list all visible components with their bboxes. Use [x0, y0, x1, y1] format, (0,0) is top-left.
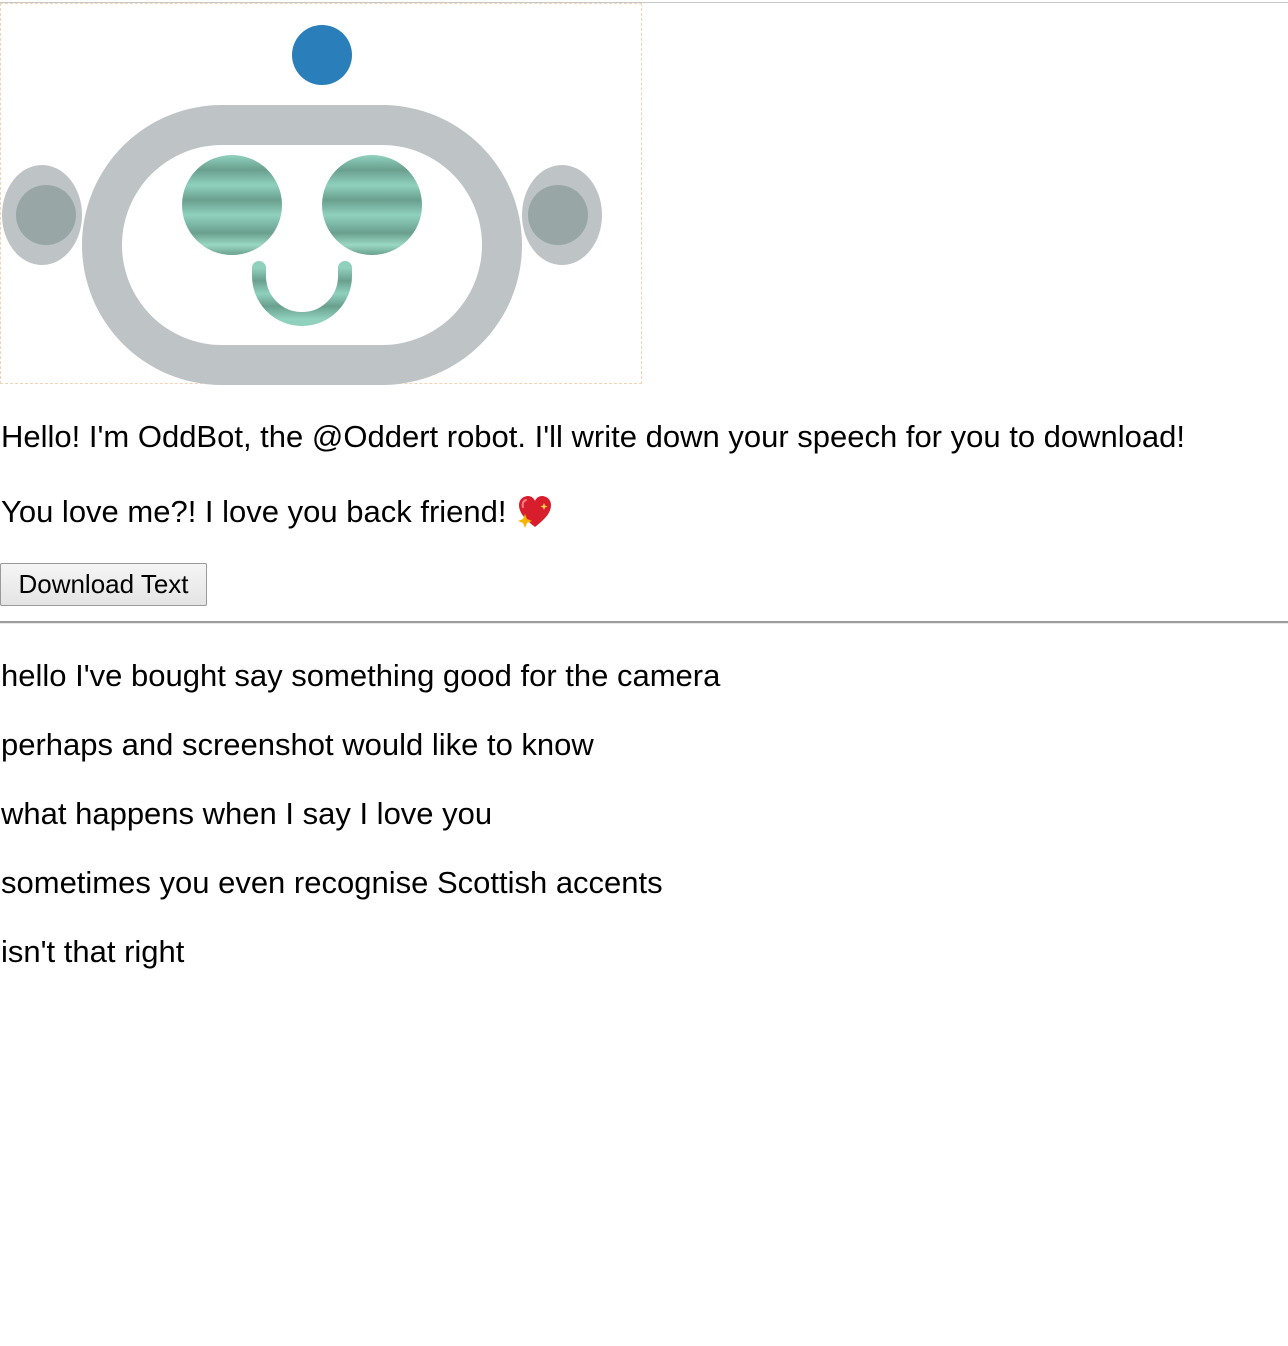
- transcript-line: hello I've bought say something good for…: [1, 658, 721, 693]
- robot-right-ear-inner: [528, 185, 588, 245]
- transcript-divider: [0, 621, 1288, 624]
- sparkling-heart-icon: [517, 496, 551, 528]
- download-text-button[interactable]: Download Text: [0, 563, 207, 606]
- transcript-line: perhaps and screenshot would like to kno…: [1, 727, 594, 762]
- robot-antenna: [292, 25, 352, 85]
- transcript-line: what happens when I say I love you: [1, 796, 493, 831]
- robot-avatar: [2, 25, 602, 385]
- robot-left-ear-inner: [16, 185, 76, 245]
- reply-line: You love me?! I love you back friend!: [1, 494, 553, 530]
- robot-right-eye: [322, 155, 422, 255]
- reply-text: You love me?! I love you back friend!: [1, 494, 507, 529]
- transcript-line: sometimes you even recognise Scottish ac…: [1, 865, 663, 900]
- robot-left-eye: [182, 155, 282, 255]
- transcript-line: isn't that right: [1, 934, 185, 969]
- transcript-list: hello I've bought say something good for…: [1, 658, 720, 1003]
- greeting-text: Hello! I'm OddBot, the @Oddert robot. I'…: [1, 419, 1186, 454]
- robot-avatar-frame: [0, 3, 642, 385]
